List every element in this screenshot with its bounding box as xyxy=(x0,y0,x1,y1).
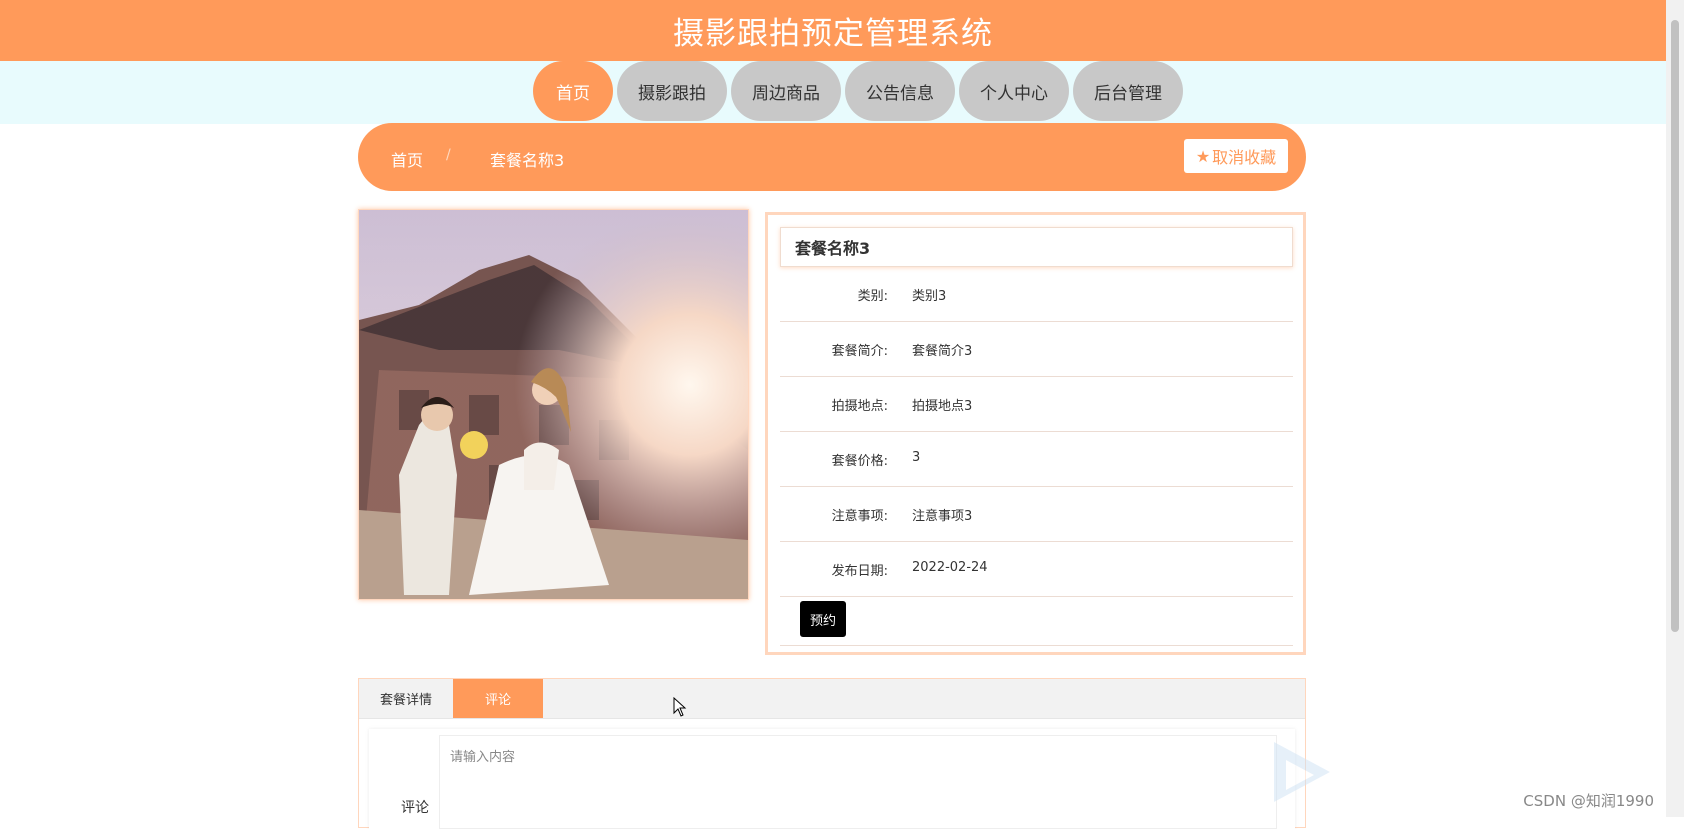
info-row-publish-date: 发布日期: 2022-02-24 xyxy=(780,542,1293,597)
app-header: 摄影跟拍预定管理系统 xyxy=(0,0,1666,61)
info-row-category: 类别: 类别3 xyxy=(780,267,1293,322)
book-button[interactable]: 预约 xyxy=(800,601,846,637)
field-label: 发布日期: xyxy=(831,564,888,579)
info-row-summary: 套餐简介: 套餐简介3 xyxy=(780,322,1293,377)
field-value: 类别3 xyxy=(912,289,947,304)
app-title: 摄影跟拍预定管理系统 xyxy=(673,16,993,52)
nav-item-merchandise[interactable]: 周边商品 xyxy=(731,61,841,121)
comment-input[interactable] xyxy=(439,735,1277,829)
product-image xyxy=(358,209,749,600)
breadcrumb: 首页 / 套餐名称3 ★ 取消收藏 xyxy=(358,123,1306,191)
tab-package-details[interactable]: 套餐详情 xyxy=(359,679,453,718)
breadcrumb-separator: / xyxy=(446,147,451,163)
divider xyxy=(780,645,1293,646)
field-value: 注意事项3 xyxy=(912,509,973,524)
vertical-scrollbar[interactable] xyxy=(1666,0,1684,817)
nav-item-admin[interactable]: 后台管理 xyxy=(1073,61,1183,121)
field-value: 拍摄地点3 xyxy=(912,399,973,414)
comment-label: 评论 xyxy=(401,800,429,816)
field-label: 拍摄地点: xyxy=(831,399,888,414)
scrollbar-thumb[interactable] xyxy=(1671,20,1679,632)
info-row-notes: 注意事项: 注意事项3 xyxy=(780,487,1293,542)
tabs-header: 套餐详情 评论 xyxy=(359,679,1305,719)
detail-tabs: 套餐详情 评论 评论 xyxy=(358,678,1306,829)
star-icon: ★ xyxy=(1195,146,1211,166)
mouse-cursor-icon xyxy=(673,697,687,717)
comment-form: 评论 xyxy=(369,729,1295,829)
tab-comments[interactable]: 评论 xyxy=(453,679,543,718)
unfavorite-button[interactable]: ★ 取消收藏 xyxy=(1184,139,1288,173)
product-name: 套餐名称3 xyxy=(780,227,1293,267)
play-logo-icon xyxy=(1274,742,1330,802)
nav-item-announcements[interactable]: 公告信息 xyxy=(845,61,955,121)
field-value: 2022-02-24 xyxy=(912,560,988,575)
product-info-panel: 套餐名称3 类别: 类别3 套餐简介: 套餐简介3 拍摄地点: 拍摄地点3 套餐… xyxy=(765,212,1306,655)
breadcrumb-home[interactable]: 首页 xyxy=(391,147,423,171)
field-label: 类别: xyxy=(857,289,888,304)
nav-item-profile[interactable]: 个人中心 xyxy=(959,61,1069,121)
field-value: 套餐简介3 xyxy=(912,344,973,359)
field-label: 注意事项: xyxy=(831,509,888,524)
field-label: 套餐价格: xyxy=(831,454,888,469)
nav-item-home[interactable]: 首页 xyxy=(533,61,613,121)
nav-item-photography[interactable]: 摄影跟拍 xyxy=(617,61,727,121)
unfavorite-label: 取消收藏 xyxy=(1212,148,1277,167)
wedding-photo-illustration xyxy=(359,210,748,599)
breadcrumb-current: 套餐名称3 xyxy=(490,151,565,170)
field-value: 3 xyxy=(912,450,921,465)
field-label: 套餐简介: xyxy=(831,344,888,359)
watermark: CSDN @知润1990 xyxy=(1523,792,1654,810)
info-row-location: 拍摄地点: 拍摄地点3 xyxy=(780,377,1293,432)
main-nav: 首页 摄影跟拍 周边商品 公告信息 个人中心 后台管理 xyxy=(0,61,1666,121)
info-row-price: 套餐价格: 3 xyxy=(780,432,1293,487)
